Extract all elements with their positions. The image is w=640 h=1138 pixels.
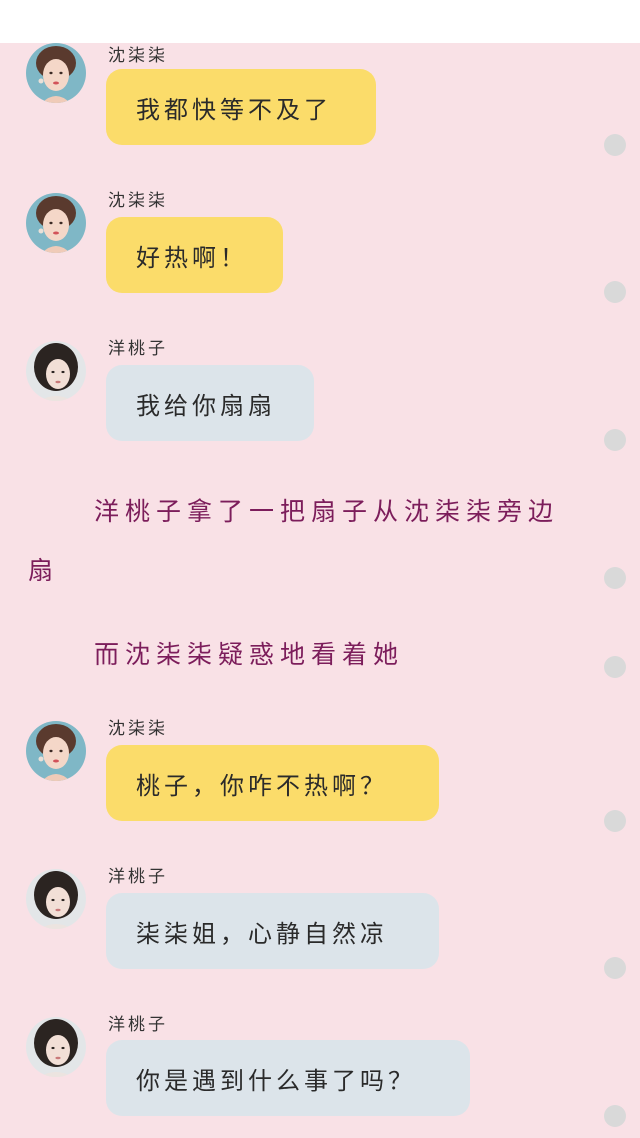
message-bubble[interactable]: 我都快等不及了 [106,69,376,145]
shen-qiqi-avatar[interactable] [26,193,86,253]
sender-name: 沈柒柒 [108,46,168,66]
message-bubble[interactable]: 柒柒姐，心静自然凉 [106,893,439,969]
yang-taozi-avatar[interactable] [26,341,86,401]
message-status-dot[interactable] [604,134,626,156]
narration-text: 而沈柒柒疑惑地看着她 [94,640,405,669]
sender-name: 洋桃子 [108,339,168,359]
message-bubble[interactable]: 桃子，你咋不热啊？ [106,745,439,821]
sender-name: 沈柒柒 [108,719,168,739]
message-bubble[interactable]: 你是遇到什么事了吗？ [106,1040,470,1116]
message-status-dot[interactable] [604,1105,626,1127]
message-bubble[interactable]: 好热啊！ [106,217,283,293]
message-status-dot[interactable] [604,281,626,303]
message-status-dot[interactable] [604,567,626,589]
yang-taozi-avatar[interactable] [26,1017,86,1077]
narration-text: 洋桃子拿了一把扇子从沈柒柒旁边 [94,497,560,526]
message-bubble[interactable]: 我给你扇扇 [106,365,314,441]
sender-name: 沈柒柒 [108,191,168,211]
message-status-dot[interactable] [604,810,626,832]
narration-text: 扇 [28,556,60,585]
top-bar [0,0,640,43]
message-status-dot[interactable] [604,957,626,979]
shen-qiqi-avatar[interactable] [26,43,86,103]
sender-name: 洋桃子 [108,867,168,887]
sender-name: 洋桃子 [108,1015,168,1035]
message-status-dot[interactable] [604,656,626,678]
chat-area[interactable]: 沈柒柒 我都快等不及了 沈柒柒 好热啊！ 洋桃子 我给你扇扇 洋桃子拿了一把扇子… [0,43,640,1138]
yang-taozi-avatar[interactable] [26,869,86,929]
shen-qiqi-avatar[interactable] [26,721,86,781]
message-status-dot[interactable] [604,429,626,451]
